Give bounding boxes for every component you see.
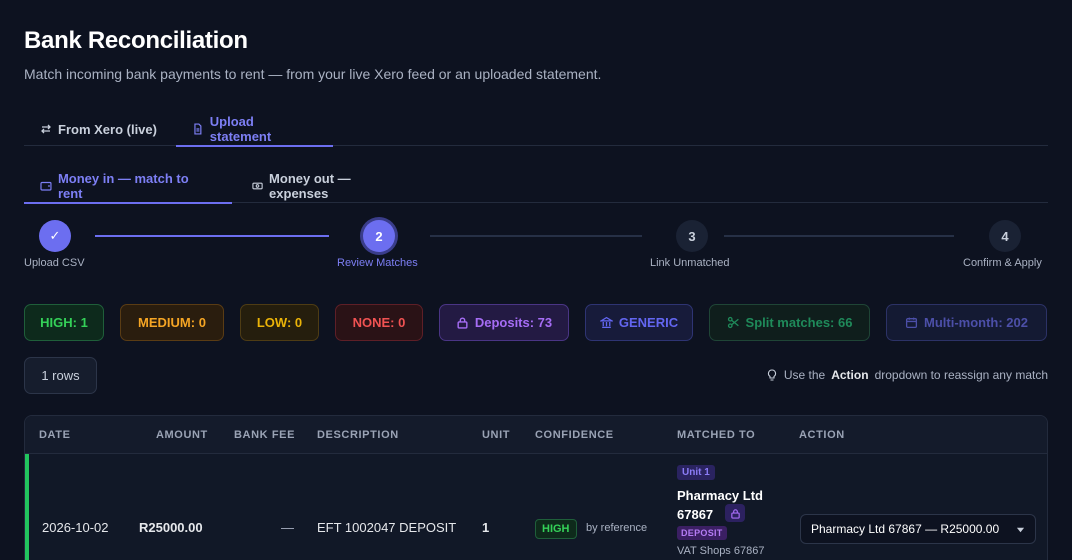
chevron-down-icon xyxy=(1016,527,1025,532)
chip-label: Deposits: 73 xyxy=(474,315,553,330)
matched-unit-tag: Unit 1 xyxy=(677,465,715,480)
chip-label: NONE: 0 xyxy=(352,315,406,330)
lock-icon xyxy=(457,317,468,329)
tab-label: Money in — match to rent xyxy=(57,171,189,201)
page-subtitle: Match incoming bank payments to rent — f… xyxy=(24,66,602,82)
tab-label: Money out — expenses xyxy=(269,171,351,201)
step-3-label: Link Unmatched xyxy=(650,257,730,269)
hint-prefix: Use the xyxy=(783,368,826,382)
filter-generic[interactable]: GENERIC xyxy=(585,304,693,341)
page-title: Bank Reconciliation xyxy=(24,27,248,54)
step-3-circle[interactable]: 3 xyxy=(676,220,708,252)
filter-low[interactable]: LOW: 0 xyxy=(240,304,319,341)
action-hint: Use the Action dropdown to reassign any … xyxy=(766,368,1048,382)
file-icon xyxy=(194,123,202,135)
tab-label: Upload statement xyxy=(209,114,272,144)
filter-high[interactable]: HIGH: 1 xyxy=(24,304,104,341)
col-confidence[interactable]: CONFIDENCE xyxy=(535,429,614,441)
cell-unit: 1 xyxy=(482,520,490,535)
filter-multi-month[interactable]: Multi-month: 202 xyxy=(886,304,1047,341)
col-action[interactable]: ACTION xyxy=(799,429,845,441)
chip-label: HIGH: 1 xyxy=(40,315,88,330)
step-1-circle[interactable]: ✓ xyxy=(39,220,71,252)
filter-split-matches[interactable]: Split matches: 66 xyxy=(709,304,870,341)
reconciliation-table: DATE AMOUNT BANK FEE DESCRIPTION UNIT CO… xyxy=(24,415,1048,560)
action-select[interactable]: Pharmacy Ltd 67867 — R25000.00 xyxy=(800,514,1036,544)
scissors-icon xyxy=(727,316,739,329)
col-date[interactable]: DATE xyxy=(39,429,71,441)
col-amount[interactable]: AMOUNT xyxy=(156,429,208,441)
table-row[interactable]: 2026-10-02 R25000.00 — EFT 1002047 DEPOS… xyxy=(25,454,1047,560)
table-header: DATE AMOUNT BANK FEE DESCRIPTION UNIT CO… xyxy=(25,416,1047,454)
step-connector xyxy=(95,235,329,237)
direction-tabs: Money in — match to rent Money out — exp… xyxy=(24,169,1048,204)
chip-label: Split matches: 66 xyxy=(745,315,853,330)
cell-description: EFT 1002047 DEPOSIT xyxy=(317,520,457,535)
tab-from-xero[interactable]: From Xero (live) xyxy=(24,112,175,146)
step-connector xyxy=(430,235,642,237)
calendar-icon xyxy=(905,317,918,329)
lightbulb-icon xyxy=(767,368,776,381)
confidence-reason: by reference xyxy=(586,522,648,534)
source-tabs: From Xero (live) Upload statement xyxy=(24,112,1048,147)
filter-none[interactable]: NONE: 0 xyxy=(335,304,423,341)
cell-bank-fee: — xyxy=(281,520,294,535)
col-bank-fee[interactable]: BANK FEE xyxy=(234,429,295,441)
cell-date: 2026-10-02 xyxy=(42,520,109,535)
tab-money-in[interactable]: Money in — match to rent xyxy=(24,169,232,204)
arrows-swap-icon xyxy=(41,124,51,134)
tab-label: From Xero (live) xyxy=(58,121,157,137)
lock-icon xyxy=(730,508,740,519)
step-1-label: Upload CSV xyxy=(24,257,85,269)
hint-suffix: dropdown to reassign any match xyxy=(874,368,1048,382)
chip-label: LOW: 0 xyxy=(256,315,303,330)
bank-icon xyxy=(599,316,613,329)
hint-bold: Action xyxy=(831,368,869,382)
cash-icon xyxy=(252,182,263,190)
tab-upload-statement[interactable]: Upload statement xyxy=(176,112,333,147)
wizard-stepper: ✓ Upload CSV 2 Review Matches 3 Link Unm… xyxy=(24,218,1048,274)
action-select-value: Pharmacy Ltd 67867 — R25000.00 xyxy=(811,522,1000,536)
filter-deposits[interactable]: Deposits: 73 xyxy=(439,304,569,341)
confidence-badge: HIGH xyxy=(535,519,577,539)
step-4-label: Confirm & Apply xyxy=(963,257,1042,269)
wallet-icon xyxy=(40,181,52,191)
cell-amount: R25000.00 xyxy=(139,520,203,535)
tab-money-out[interactable]: Money out — expenses xyxy=(236,169,418,203)
chip-label: GENERIC xyxy=(618,315,679,330)
deposit-tag: DEPOSIT xyxy=(677,526,727,540)
step-4-circle[interactable]: 4 xyxy=(989,220,1021,252)
col-matched-to[interactable]: MATCHED TO xyxy=(677,429,755,441)
col-description[interactable]: DESCRIPTION xyxy=(317,429,399,441)
step-2-circle[interactable]: 2 xyxy=(363,220,395,252)
chip-label: MEDIUM: 0 xyxy=(138,315,206,330)
chip-label: Multi-month: 202 xyxy=(924,315,1028,330)
deposit-lock xyxy=(725,504,745,522)
step-2-label: Review Matches xyxy=(337,257,418,269)
rows-count-button[interactable]: 1 rows xyxy=(24,357,97,394)
col-unit[interactable]: UNIT xyxy=(482,429,510,441)
filter-medium[interactable]: MEDIUM: 0 xyxy=(120,304,224,341)
step-connector xyxy=(724,235,954,237)
matched-sub: VAT Shops 67867 xyxy=(677,545,765,557)
